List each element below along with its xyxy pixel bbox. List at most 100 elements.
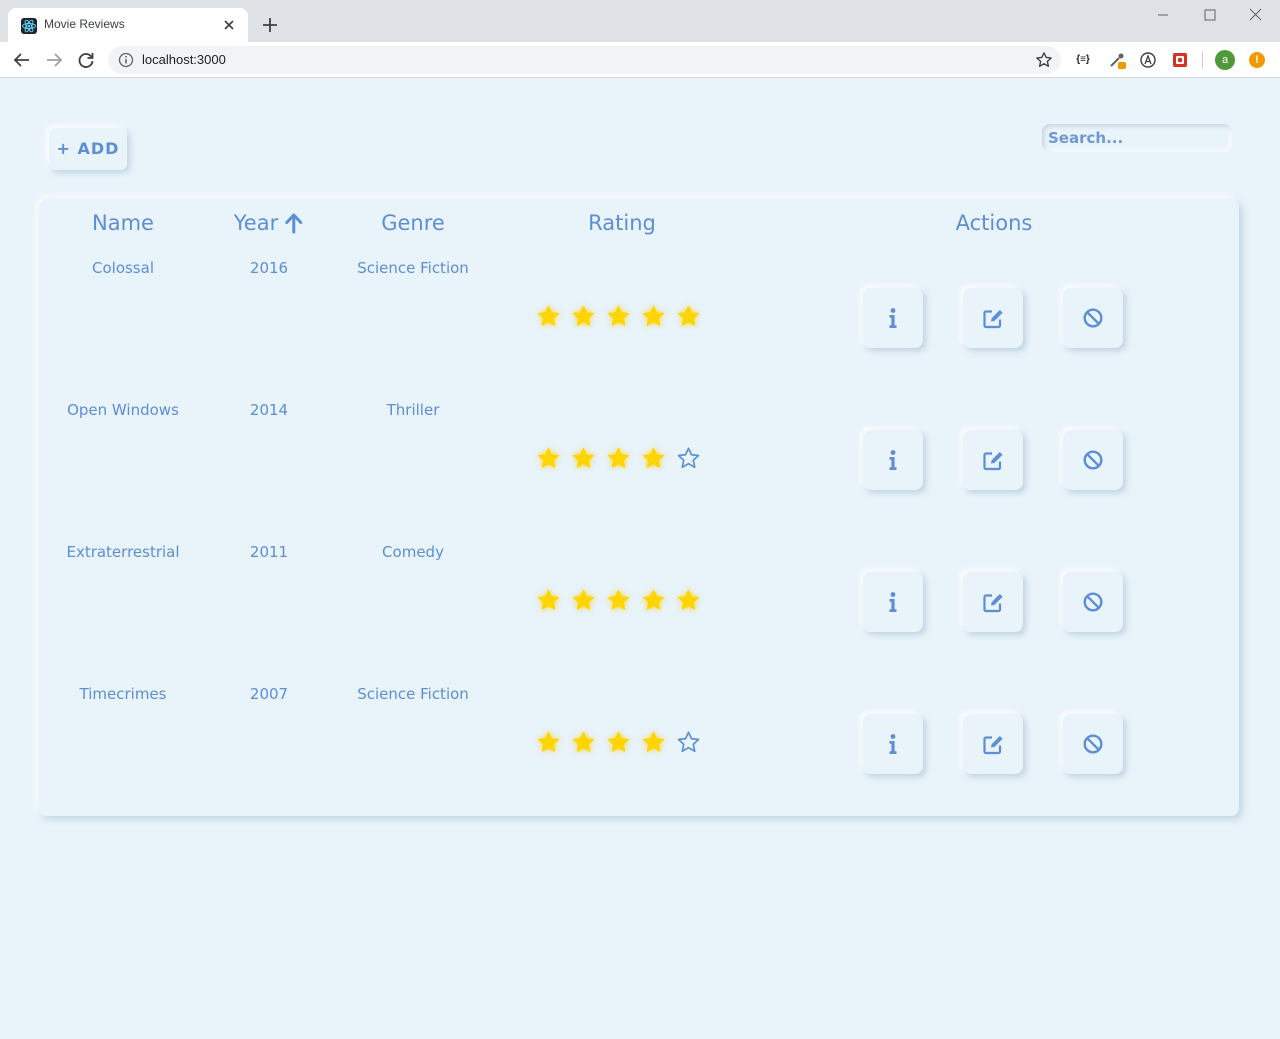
delete-button[interactable]: [1063, 572, 1123, 632]
reload-icon[interactable]: [75, 49, 97, 71]
ban-icon: [1083, 734, 1103, 754]
cell-year: 2016: [249, 259, 289, 277]
star-filled-icon: [537, 447, 560, 468]
profile-avatar[interactable]: a: [1215, 50, 1235, 70]
info-button[interactable]: [863, 714, 923, 774]
back-arrow-icon[interactable]: [11, 49, 33, 71]
toolbar-separator: [1202, 51, 1203, 69]
star-filled-icon: [572, 447, 595, 468]
cell-name: Colossal: [92, 259, 154, 277]
star-filled-icon: [607, 447, 630, 468]
arrow-up-icon: [285, 213, 303, 234]
browser-toolbar: localhost:3000 {≡} a !: [0, 42, 1280, 78]
app-root: + ADD Name Year Genre Rating Actions Col…: [0, 79, 1280, 1039]
info-icon: [889, 450, 897, 470]
site-info-icon[interactable]: [118, 52, 134, 68]
address-bar[interactable]: localhost:3000: [108, 46, 1061, 74]
star-filled-icon: [607, 589, 630, 610]
cell-genre: Comedy: [382, 543, 444, 561]
info-button[interactable]: [863, 288, 923, 348]
cell-year: 2011: [249, 543, 289, 561]
bookmark-star-icon[interactable]: [1035, 51, 1053, 69]
delete-button[interactable]: [1063, 288, 1123, 348]
minimize-window-icon[interactable]: [1148, 4, 1178, 26]
header-genre[interactable]: Genre: [381, 211, 445, 235]
info-icon: [889, 592, 897, 612]
json-viewer-extension-icon[interactable]: {≡}: [1074, 51, 1092, 69]
cell-name: Open Windows: [67, 401, 179, 419]
star-filled-icon: [537, 589, 560, 610]
edit-button[interactable]: [963, 430, 1023, 490]
star-filled-icon: [677, 305, 700, 326]
ban-icon: [1083, 592, 1103, 612]
edit-button[interactable]: [963, 572, 1023, 632]
star-filled-icon: [642, 731, 665, 752]
edit-icon: [983, 736, 1003, 755]
star-filled-icon: [537, 305, 560, 326]
add-movie-button[interactable]: + ADD: [49, 128, 127, 170]
star-filled-icon: [572, 731, 595, 752]
ban-icon: [1083, 450, 1103, 470]
delete-button[interactable]: [1063, 430, 1123, 490]
header-rating[interactable]: Rating: [588, 211, 656, 235]
edit-button[interactable]: [963, 714, 1023, 774]
browser-alert-icon[interactable]: !: [1249, 52, 1265, 68]
search-input[interactable]: [1042, 124, 1232, 152]
table-row: Extraterrestrial 2011 Comedy: [39, 543, 1239, 663]
star-empty-icon: [677, 731, 700, 753]
cell-name: Extraterrestrial: [66, 543, 180, 561]
movies-table: Name Year Genre Rating Actions Colossal 2…: [39, 199, 1239, 816]
new-tab-icon[interactable]: [259, 14, 281, 36]
cell-name: Timecrimes: [79, 685, 167, 703]
info-icon: [889, 734, 897, 754]
header-actions: Actions: [956, 211, 1033, 235]
browser-tab[interactable]: Movie Reviews: [8, 8, 248, 42]
table-row: Open Windows 2014 Thriller: [39, 401, 1239, 521]
maximize-window-icon[interactable]: [1194, 4, 1224, 26]
header-year[interactable]: Year: [234, 211, 304, 235]
info-button[interactable]: [863, 430, 923, 490]
star-filled-icon: [642, 447, 665, 468]
rating-stars: [536, 304, 701, 334]
ban-icon: [1083, 308, 1103, 328]
browser-tab-bar: Movie Reviews: [0, 0, 1280, 42]
edit-icon: [983, 452, 1003, 471]
forward-arrow-icon[interactable]: [43, 49, 65, 71]
table-row: Timecrimes 2007 Science Fiction: [39, 685, 1239, 805]
star-filled-icon: [677, 589, 700, 610]
table-row: Colossal 2016 Science Fiction: [39, 259, 1239, 379]
rating-stars: [536, 446, 701, 476]
header-name[interactable]: Name: [92, 211, 154, 235]
red-extension-icon[interactable]: [1171, 51, 1189, 69]
delete-button[interactable]: [1063, 714, 1123, 774]
star-filled-icon: [642, 305, 665, 326]
star-filled-icon: [572, 305, 595, 326]
rating-stars: [536, 730, 701, 760]
cell-genre: Science Fiction: [357, 685, 469, 703]
close-window-icon[interactable]: [1240, 4, 1270, 26]
star-filled-icon: [537, 731, 560, 752]
header-genre-label: Genre: [381, 211, 445, 235]
rating-stars: [536, 588, 701, 618]
header-actions-label: Actions: [955, 211, 1033, 235]
star-filled-icon: [642, 589, 665, 610]
tab-close-icon[interactable]: [220, 16, 238, 34]
edit-icon: [983, 310, 1003, 329]
tab-title: Movie Reviews: [44, 17, 125, 31]
info-icon: [889, 308, 897, 328]
edit-button[interactable]: [963, 288, 1023, 348]
cell-genre: Science Fiction: [357, 259, 469, 277]
star-filled-icon: [572, 589, 595, 610]
react-favicon-icon: [21, 18, 37, 34]
cell-genre: Thriller: [386, 401, 440, 419]
header-name-label: Name: [92, 211, 154, 235]
info-button[interactable]: [863, 572, 923, 632]
accessibility-extension-icon[interactable]: [1139, 51, 1157, 69]
edit-icon: [983, 594, 1003, 613]
url-text: localhost:3000: [142, 52, 226, 67]
cell-year: 2014: [249, 401, 289, 419]
header-year-label: Year: [233, 211, 279, 235]
header-rating-label: Rating: [588, 211, 656, 235]
star-filled-icon: [607, 731, 630, 752]
eyedropper-extension-icon[interactable]: [1108, 51, 1126, 69]
